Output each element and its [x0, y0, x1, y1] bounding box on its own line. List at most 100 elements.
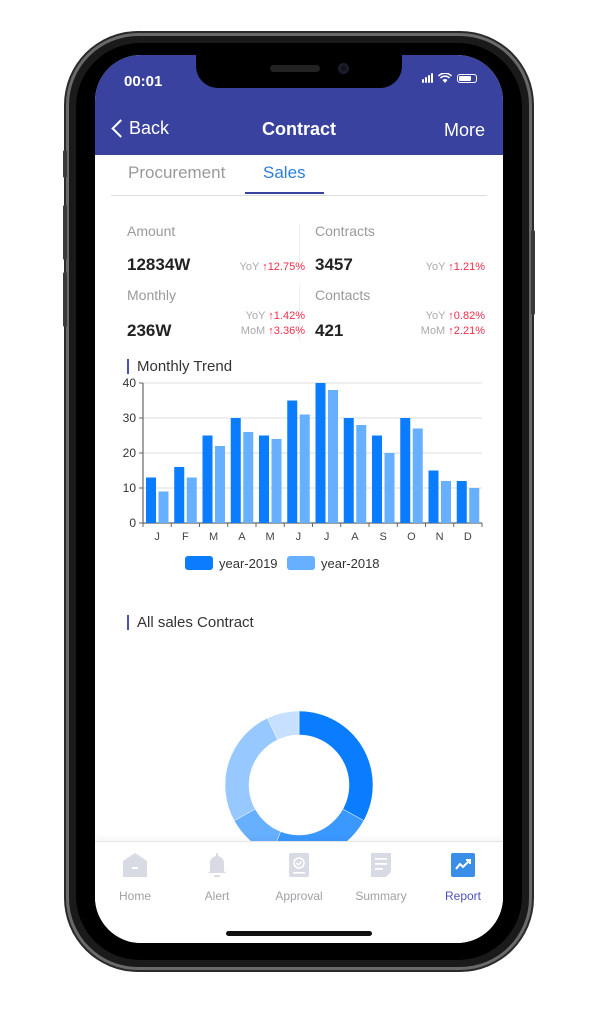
stat-value: 421: [315, 321, 344, 340]
bar-year-2018: [271, 439, 282, 523]
x-tick-label: O: [407, 531, 416, 543]
wifi-icon: [438, 73, 452, 83]
bar-year-2018: [328, 390, 338, 523]
bar-year-2019: [400, 418, 411, 523]
bar-year-2019: [372, 435, 382, 523]
x-tick-label: M: [209, 531, 218, 543]
section-title-donut: All sales Contract: [127, 615, 254, 630]
bar-year-2018: [384, 453, 395, 523]
document-icon: [371, 853, 391, 877]
speaker: [270, 65, 320, 72]
bar-year-2019: [428, 470, 439, 523]
bar-year-2018: [441, 481, 451, 523]
stat-label: Contacts: [315, 287, 371, 303]
tabbar-summary[interactable]: Summary: [346, 852, 416, 903]
stat-change: YoY ↑12.75%: [239, 261, 305, 273]
x-tick-label: D: [464, 531, 472, 543]
bar-year-2018: [243, 432, 254, 523]
x-tick-label: A: [238, 531, 246, 543]
screen: 00:01 Back Contract More Procurement Sal…: [95, 55, 503, 943]
bar-year-2019: [343, 418, 354, 523]
status-icons: [422, 73, 477, 83]
x-tick-label: F: [182, 531, 189, 543]
donut-slice: [224, 717, 279, 821]
x-tick-label: J: [324, 531, 330, 543]
monthly-trend-chart: 0 10 20 30 40 J F M A M J J A S O N Dyear-2019 year-2018: [123, 376, 483, 571]
x-tick-label: S: [379, 531, 386, 543]
stat-change: YoY ↑0.82% MoM ↑2.21%: [420, 310, 485, 337]
stat-value: 3457: [315, 255, 353, 274]
y-tick-label: 30: [123, 411, 137, 425]
bar-year-2019: [287, 400, 298, 523]
legend-label: year-2018: [321, 556, 380, 571]
y-tick-label: 0: [129, 516, 136, 530]
tabbar-home[interactable]: Home: [100, 852, 170, 903]
home-indicator[interactable]: [226, 931, 372, 936]
chart-trend-icon: [451, 853, 475, 877]
stat-change: YoY ↑1.21%: [425, 261, 485, 273]
bar-year-2018: [299, 414, 310, 523]
stat-contracts: Contracts 3457 YoY ↑1.21%: [315, 223, 485, 278]
stat-amount: Amount 12834W YoY ↑12.75%: [127, 223, 305, 278]
tabbar-label: Alert: [204, 889, 230, 903]
stat-label: Contracts: [315, 223, 375, 239]
bell-icon: [208, 853, 226, 877]
stat-label: Monthly: [127, 287, 177, 303]
bar-year-2018: [186, 477, 197, 523]
tabbar-label: Home: [118, 889, 151, 903]
tabbar-approval[interactable]: Approval: [264, 852, 334, 903]
tabbar-label: Approval: [275, 889, 323, 903]
active-tab-indicator: [245, 192, 324, 194]
bar-year-2019: [315, 383, 326, 523]
tabbar-label: Report: [444, 889, 482, 903]
bar-year-2019: [202, 435, 213, 523]
camera: [338, 63, 349, 74]
x-tick-label: N: [436, 531, 444, 543]
legend-swatch: [287, 556, 315, 570]
section-title-trend: Monthly Trend: [127, 359, 232, 374]
divider: [299, 225, 300, 265]
tab-sales[interactable]: Sales: [263, 163, 306, 183]
volume-up-button: [63, 205, 67, 260]
more-button[interactable]: More: [444, 120, 485, 141]
y-tick-label: 40: [123, 376, 137, 390]
bar-year-2019: [174, 467, 185, 523]
approval-icon: [289, 853, 309, 877]
bar-year-2018: [215, 446, 225, 523]
bar-year-2019: [456, 481, 467, 523]
bar-year-2018: [469, 488, 480, 523]
mute-switch: [63, 150, 67, 178]
volume-down-button: [63, 272, 67, 327]
stat-value: 12834W: [127, 255, 191, 274]
x-tick-label: A: [351, 531, 359, 543]
bar-year-2018: [158, 491, 169, 523]
power-button: [531, 230, 535, 315]
stat-label: Amount: [127, 223, 176, 239]
status-time: 00:01: [124, 73, 163, 90]
tab-procurement[interactable]: Procurement: [128, 163, 225, 183]
tabbar-report[interactable]: Report: [428, 852, 498, 903]
stat-change: YoY ↑1.42% MoM ↑3.36%: [240, 310, 305, 337]
tabbar-alert[interactable]: Alert: [182, 852, 252, 903]
bar-year-2019: [230, 418, 241, 523]
legend-label: year-2019: [219, 556, 278, 571]
bar-year-2019: [146, 477, 156, 523]
stat-contacts: Contacts 421 YoY ↑0.82% MoM ↑2.21%: [315, 287, 485, 347]
bottom-tab-bar: Home Alert Approval Summary Report: [95, 841, 503, 943]
bar-year-2019: [259, 435, 269, 523]
legend-swatch: [185, 556, 213, 570]
stat-value: 236W: [127, 321, 172, 340]
tabbar-label: Summary: [355, 889, 407, 903]
signal-icon: [422, 73, 433, 83]
x-tick-label: J: [296, 531, 302, 543]
y-tick-label: 10: [123, 481, 137, 495]
x-tick-label: M: [266, 531, 275, 543]
home-icon: [123, 853, 147, 877]
stat-monthly: Monthly 236W YoY ↑1.42% MoM ↑3.36%: [127, 287, 305, 347]
bar-year-2018: [412, 428, 423, 523]
page-title: Contract: [261, 119, 336, 139]
y-tick-label: 20: [123, 446, 137, 460]
donut-slice: [298, 710, 374, 821]
segment-tabs: Procurement Sales: [111, 155, 487, 196]
bar-year-2018: [356, 425, 367, 523]
